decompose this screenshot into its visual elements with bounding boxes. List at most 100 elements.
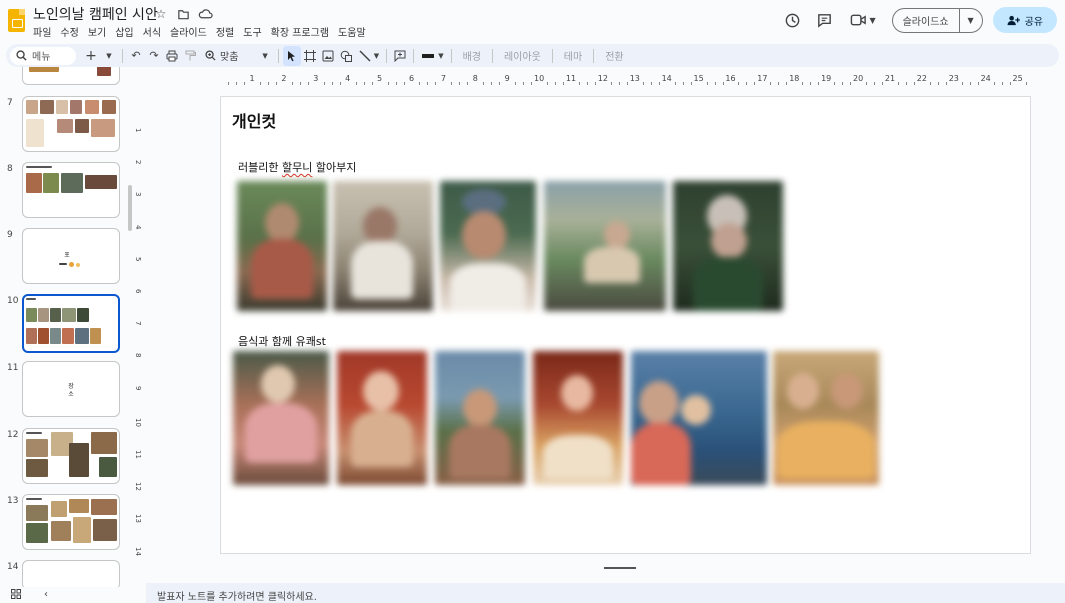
slide-preview	[22, 428, 120, 484]
thumbnail-photo	[57, 119, 73, 133]
section-label-food[interactable]: 음식과 함께 유쾌st	[238, 333, 326, 349]
undo-icon[interactable]: ↶	[127, 46, 145, 66]
select-tool-icon[interactable]	[282, 45, 301, 66]
thumbnail-photo	[26, 328, 37, 344]
thumbnail-photo	[91, 432, 117, 454]
menu-arrange[interactable]: 정렬	[216, 24, 234, 39]
grid-view-icon[interactable]	[11, 589, 21, 602]
share-button[interactable]: 공유	[992, 7, 1057, 33]
section-label-part: 할아부지	[312, 161, 357, 174]
transition-button[interactable]: 전환	[598, 48, 630, 63]
ruler-label: 3	[134, 192, 142, 197]
ruler-tick	[818, 82, 820, 85]
photo-grandparent-1[interactable]	[237, 181, 327, 311]
comments-icon[interactable]	[814, 9, 836, 31]
line-tool-icon[interactable]: ▼	[356, 46, 382, 66]
menu-extensions[interactable]: 확장 프로그램	[271, 24, 329, 39]
zoom-select[interactable]: 맞춤 ▼	[199, 48, 274, 63]
slides-logo-icon[interactable]	[8, 9, 25, 32]
search-icon	[16, 50, 27, 61]
slide-title[interactable]: 개인컷	[232, 108, 276, 132]
thumbnail-photo	[93, 519, 117, 541]
thumbnail-photo	[26, 505, 48, 521]
ruler-tick	[523, 82, 525, 85]
new-slide-button[interactable]: +	[82, 46, 100, 66]
slide-canvas[interactable]: 개인컷 러블리한 할무니 할아부지 음식과 함께 유쾌st	[220, 96, 1031, 554]
ruler-label: 4	[134, 224, 142, 230]
layout-button[interactable]: 레이아웃	[497, 48, 548, 63]
background-button[interactable]: 배경	[456, 48, 488, 63]
insert-image-icon[interactable]	[319, 46, 337, 66]
menu-format[interactable]: 서식	[143, 24, 161, 39]
ruler-label: 9	[134, 385, 142, 391]
thumbnail-photo	[40, 100, 54, 114]
photo-food-3[interactable]	[435, 351, 525, 485]
menu-view[interactable]: 보기	[88, 24, 106, 39]
collapse-filmstrip-icon[interactable]: ‹	[44, 589, 48, 600]
move-folder-icon[interactable]	[175, 6, 191, 22]
thumbnail-photo	[73, 517, 91, 543]
divider	[450, 48, 452, 63]
menu-tools[interactable]: 도구	[243, 24, 261, 39]
ruler-tick	[371, 82, 373, 85]
ruler-label: 5	[377, 74, 383, 83]
photo-food-4[interactable]	[533, 351, 623, 485]
document-title[interactable]: 노인의날 캠페인 시안	[33, 4, 158, 24]
photo-grandparent-5[interactable]	[673, 181, 783, 311]
photo-grandparent-2[interactable]	[333, 181, 433, 311]
slideshow-button[interactable]: 슬라이드쇼	[893, 8, 960, 32]
ruler-tick	[905, 82, 907, 85]
photo-grandparent-4[interactable]	[544, 181, 666, 311]
menu-edit[interactable]: 수정	[60, 24, 78, 39]
thumbnail-photo	[51, 501, 67, 517]
photo-food-5[interactable]	[631, 351, 767, 485]
add-comment-icon[interactable]	[391, 46, 409, 66]
photo-food-2[interactable]	[337, 351, 427, 485]
photo-subject	[693, 257, 763, 311]
photo-grandparent-3[interactable]	[440, 181, 536, 311]
photo-subject	[363, 371, 399, 411]
section-label-grandparents[interactable]: 러블리한 할무니 할아부지	[238, 159, 356, 175]
border-weight-icon[interactable]: ▼	[418, 46, 446, 66]
ruler-label: 24	[980, 74, 991, 83]
notes-resize-handle[interactable]	[604, 567, 636, 569]
shape-icon[interactable]	[337, 46, 356, 66]
thumbnail-text-line	[26, 166, 52, 168]
menu-insert[interactable]: 삽입	[115, 24, 133, 39]
menu-help[interactable]: 도움말	[338, 24, 366, 39]
ruler-tick	[722, 82, 724, 85]
meet-video-icon[interactable]: ▼	[846, 9, 880, 31]
menu-bar: 파일 수정 보기 삽입 서식 슬라이드 정렬 도구 확장 프로그램 도움말	[33, 24, 366, 39]
theme-button[interactable]: 테마	[557, 48, 589, 63]
ruler-label: 22	[916, 74, 927, 83]
toolbar: 메뉴 + ▼ ↶ ↷ 맞춤 ▼ ▼ ▼ 배경 레이아웃 테마 전환	[6, 44, 1059, 67]
ruler-tick	[586, 82, 588, 85]
ruler-tick	[810, 82, 812, 85]
cloud-status-icon[interactable]	[197, 6, 213, 22]
speaker-notes[interactable]: 발표자 노트를 추가하려면 클릭하세요.	[146, 583, 1065, 603]
thumbnail-photo	[76, 263, 80, 267]
version-history-icon[interactable]	[782, 9, 804, 31]
redo-icon[interactable]: ↷	[145, 46, 163, 66]
ruler-tick	[690, 82, 692, 85]
menu-search[interactable]: 메뉴	[10, 46, 76, 65]
photo-subject	[363, 207, 397, 245]
select-frame-icon[interactable]	[301, 46, 319, 66]
new-slide-dropdown-icon[interactable]: ▼	[100, 46, 118, 66]
thumbnail-photo	[26, 173, 42, 193]
menu-slide[interactable]: 슬라이드	[170, 24, 207, 39]
slide-number: 11	[7, 363, 19, 373]
print-icon[interactable]	[163, 46, 181, 66]
filmstrip-footer: ‹	[0, 589, 138, 603]
slideshow-dropdown-icon[interactable]: ▼	[960, 9, 982, 32]
photo-subject	[631, 423, 691, 485]
photo-food-1[interactable]	[233, 351, 329, 485]
ruler-tick	[259, 82, 261, 85]
thumbnail-photo	[75, 328, 89, 344]
paint-format-icon[interactable]	[181, 46, 199, 66]
share-label: 공유	[1024, 16, 1043, 28]
menu-file[interactable]: 파일	[33, 24, 51, 39]
thumbnail-photo	[62, 308, 76, 322]
photo-food-6[interactable]	[773, 351, 879, 485]
star-icon[interactable]: ☆	[153, 6, 169, 22]
